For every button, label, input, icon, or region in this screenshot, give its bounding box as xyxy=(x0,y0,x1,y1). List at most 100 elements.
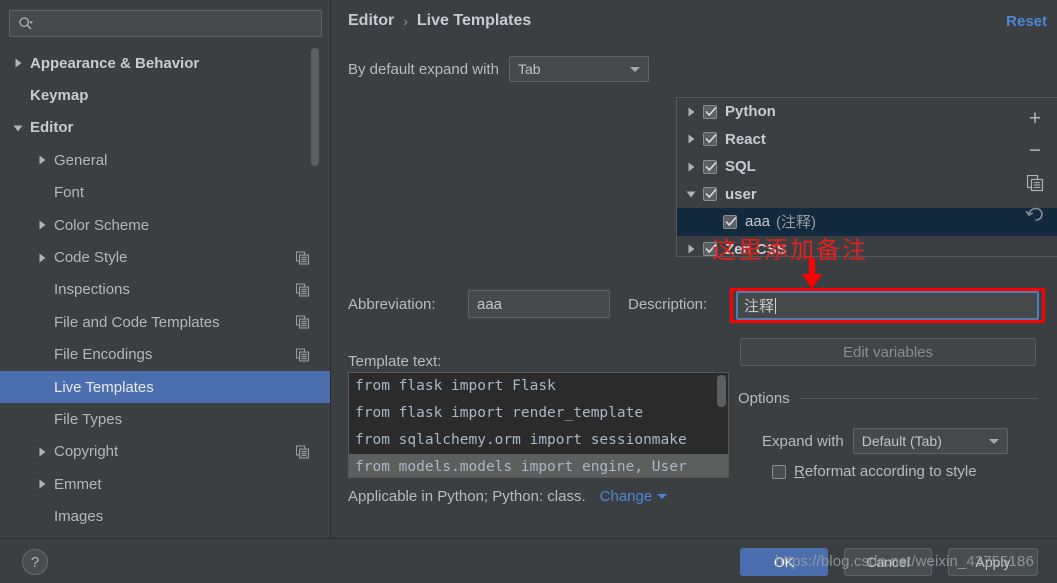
code-line: from flask import render_template xyxy=(355,405,644,421)
sidebar-item-label: Code Style xyxy=(54,249,128,267)
template-checkbox[interactable] xyxy=(703,187,717,202)
applicable-context-row: Applicable in Python; Python: class. Cha… xyxy=(348,488,668,505)
reset-link[interactable]: Reset xyxy=(1006,13,1047,30)
sidebar-item-label: File Types xyxy=(54,410,123,428)
chevron-right-icon[interactable] xyxy=(12,57,24,69)
chevron-right-icon[interactable] xyxy=(685,133,697,145)
copy-settings-icon[interactable] xyxy=(296,315,309,329)
reformat-option-row[interactable]: Reformat according to style xyxy=(772,463,977,480)
add-template-button[interactable]: + xyxy=(1021,103,1049,135)
breadcrumb-parent[interactable]: Editor xyxy=(348,12,394,30)
applicable-text: Applicable in Python; Python: class. xyxy=(348,488,586,505)
sidebar-scrollbar-thumb[interactable] xyxy=(311,48,319,166)
code-line: from flask import Flask xyxy=(355,378,556,394)
options-section-header: Options xyxy=(738,390,1038,407)
sidebar-item-copyright[interactable]: Copyright xyxy=(0,436,330,468)
template-text-label: Template text: xyxy=(348,353,442,370)
reformat-checkbox[interactable] xyxy=(772,464,786,479)
sidebar-item-file-encodings[interactable]: File Encodings xyxy=(0,339,330,371)
default-expand-row: By default expand with Tab xyxy=(348,56,649,82)
change-context-link[interactable]: Change xyxy=(600,488,668,505)
template-label: user xyxy=(725,185,757,203)
chevron-down-icon[interactable] xyxy=(12,122,24,134)
sidebar-item-editor[interactable]: Editor xyxy=(0,112,330,144)
sidebar-item-appearance-behavior[interactable]: Appearance & Behavior xyxy=(0,47,330,79)
expand-with-row: Expand with Default (Tab) xyxy=(762,428,1008,454)
change-label: Change xyxy=(599,488,653,505)
sidebar-item-file-types[interactable]: File Types xyxy=(0,403,330,435)
copy-settings-icon[interactable] xyxy=(296,348,309,362)
sidebar-tree[interactable]: Appearance & Behavior Keymap Editor General… xyxy=(0,47,330,538)
chevron-down-icon xyxy=(657,494,668,499)
expand-with-select[interactable]: Default (Tab) xyxy=(852,428,1008,454)
revert-template-button[interactable] xyxy=(1021,199,1049,231)
duplicate-template-button[interactable] xyxy=(1021,167,1049,199)
chevron-down-icon[interactable] xyxy=(685,188,697,200)
sidebar-item-label: Color Scheme xyxy=(54,216,150,234)
code-scrollbar[interactable] xyxy=(717,375,726,407)
sidebar-item-images[interactable]: Images xyxy=(0,500,330,532)
chevron-right-icon[interactable] xyxy=(36,219,48,231)
chevron-down-icon xyxy=(629,67,640,72)
code-line: from models.models import engine, User xyxy=(349,454,728,477)
settings-sidebar: Appearance & Behavior Keymap Editor General… xyxy=(0,0,331,538)
chevron-right-icon[interactable] xyxy=(685,106,697,118)
copy-settings-icon[interactable] xyxy=(296,251,309,265)
chevron-right-icon[interactable] xyxy=(36,478,48,490)
sidebar-item-keymap[interactable]: Keymap xyxy=(0,79,330,111)
copy-settings-icon[interactable] xyxy=(296,445,309,459)
abbreviation-input[interactable]: aaa xyxy=(468,290,610,318)
expand-with-value: Default (Tab) xyxy=(861,433,942,449)
template-checkbox[interactable] xyxy=(703,132,717,147)
description-value: 注释 xyxy=(744,297,775,315)
sidebar-item-label: Inspections xyxy=(54,281,130,299)
breadcrumb-separator: › xyxy=(403,13,408,29)
template-row[interactable]: React xyxy=(677,126,1057,154)
chevron-right-icon[interactable] xyxy=(36,446,48,458)
template-checkbox[interactable] xyxy=(723,214,737,229)
default-expand-value: Tab xyxy=(517,61,541,77)
default-expand-select[interactable]: Tab xyxy=(508,56,649,82)
template-row[interactable]: user xyxy=(677,181,1057,209)
breadcrumb-current: Live Templates xyxy=(416,12,532,29)
description-input[interactable]: 注释 xyxy=(736,291,1039,320)
remove-template-button[interactable]: − xyxy=(1021,135,1049,167)
sidebar-item-label: File and Code Templates xyxy=(54,313,220,331)
sidebar-item-font[interactable]: Font xyxy=(0,177,330,209)
sidebar-item-file-and-code-templates[interactable]: File and Code Templates xyxy=(0,306,330,338)
sidebar-scrollbar-track[interactable] xyxy=(311,47,319,538)
sidebar-item-code-style[interactable]: Code Style xyxy=(0,241,330,273)
chevron-right-icon[interactable] xyxy=(36,252,48,264)
chevron-right-icon[interactable] xyxy=(36,154,48,166)
sidebar-item-label: Copyright xyxy=(54,443,119,461)
sidebar-search[interactable] xyxy=(9,10,322,37)
edit-variables-button[interactable]: Edit variables xyxy=(740,338,1036,366)
reformat-mnemonic: R xyxy=(794,463,805,480)
abbreviation-value: aaa xyxy=(477,295,503,313)
code-lines: from flask import Flask from flask import… xyxy=(349,373,728,477)
chevron-right-icon[interactable] xyxy=(685,243,697,255)
sidebar-item-label: Images xyxy=(54,508,104,526)
sidebar-item-live-templates[interactable]: Live Templates xyxy=(0,370,330,404)
template-row[interactable]: Python xyxy=(677,98,1057,126)
sidebar-item-emmet[interactable]: Emmet xyxy=(0,468,330,500)
sidebar-item-general[interactable]: General xyxy=(0,144,330,176)
template-checkbox[interactable] xyxy=(703,159,717,174)
sidebar-item-label: Font xyxy=(54,184,85,202)
annotation-text: 这里添加备注 xyxy=(712,236,868,264)
description-label: Description: xyxy=(628,296,708,313)
sidebar-item-color-scheme[interactable]: Color Scheme xyxy=(0,209,330,241)
template-label: aaa xyxy=(745,213,771,231)
template-label: Python xyxy=(725,103,776,121)
options-title: Options xyxy=(738,390,790,407)
search-input[interactable] xyxy=(9,10,322,37)
sidebar-item-inspections[interactable]: Inspections xyxy=(0,274,330,306)
template-row[interactable]: SQL xyxy=(677,153,1057,181)
copy-settings-icon[interactable] xyxy=(296,283,309,297)
template-checkbox[interactable] xyxy=(703,104,717,119)
help-button[interactable]: ? xyxy=(22,549,48,575)
reformat-label: Reformat according to style xyxy=(794,463,977,480)
search-icon xyxy=(18,16,34,32)
chevron-right-icon[interactable] xyxy=(685,161,697,173)
template-text-editor[interactable]: from flask import Flask from flask import… xyxy=(348,372,729,478)
